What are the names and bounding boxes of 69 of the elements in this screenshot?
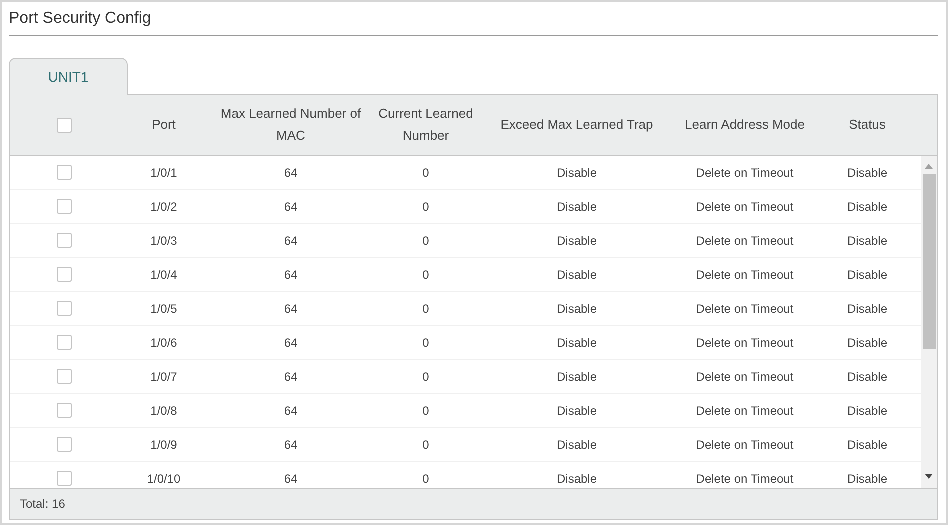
table-cell-text: Disable [556,166,598,180]
table-cell-text: Disable [556,472,598,486]
table-cell-text: Disable [846,302,889,316]
table-cell-text: 1/0/8 [150,404,178,418]
table-cell-text: 1/0/7 [150,370,178,384]
table-cell-text: Delete on Timeout [695,472,795,486]
table-cell-text: Disable [556,336,598,350]
table-cell-text: 1/0/6 [150,336,178,350]
table-cell-text: Disable [556,370,598,384]
table-cell-text: 64 [283,336,299,350]
table-cell-text: 1/0/1 [150,166,178,180]
table-cell-text: Disable [846,336,889,350]
table-cell-text: 0 [422,302,430,316]
table-cell-text: 1/0/10 [146,472,182,486]
table-cell-text: 0 [422,370,430,384]
table-cell-text: 1/0/2 [150,200,178,214]
table-cell-text: Delete on Timeout [695,234,795,248]
table-cell-text: 64 [283,404,299,418]
table-cell-text: Delete on Timeout [695,336,795,350]
table-cell-text: 64 [283,234,299,248]
table-cell-text: Delete on Timeout [695,404,795,418]
table-cell-text: 64 [283,200,299,214]
table-cell-text: Delete on Timeout [695,302,795,316]
table-cell-text: Disable [556,268,598,282]
table-cell-text: Disable [556,234,598,248]
table-cell-text: 0 [422,438,430,452]
table-cell-text: 64 [283,166,299,180]
table-cell-text: Disable [846,438,889,452]
page-title: Port Security Config [9,8,938,36]
table-cell-text: 0 [422,166,430,180]
unit-tab[interactable]: UNIT1 [9,58,128,95]
total-count: Total: 16 [20,497,66,511]
column-header: Max Learned Number of MAC [220,105,362,145]
table-cell-text: Disable [846,404,889,418]
table-cell-text: 1/0/4 [150,268,178,282]
table-cell-text: 64 [283,370,299,384]
table-cell-text: 0 [422,472,430,486]
table-cell-text: Delete on Timeout [695,166,795,180]
table-cell-text: Disable [846,268,889,282]
table-cell-text: 64 [283,438,299,452]
table-cell-text: Disable [846,200,889,214]
table-cell-text: Disable [556,404,598,418]
column-header: Current Learned Number [378,105,474,145]
table-cell-text: Disable [846,234,889,248]
table-cell-text: Delete on Timeout [695,268,795,282]
table-cell-text: 64 [283,268,299,282]
table-cell-text: Delete on Timeout [695,438,795,452]
table-cell-text: Disable [846,370,889,384]
table-cell-text: Disable [846,472,889,486]
table-cell-text: Disable [556,438,598,452]
table-cell-text: Disable [556,200,598,214]
table-cell-text: 0 [422,234,430,248]
table-cell-text: Delete on Timeout [695,200,795,214]
table-cell-text: 0 [422,404,430,418]
table-cell-text: 64 [283,302,299,316]
column-header: Status [848,116,887,134]
column-header: Exceed Max Learned Trap [500,116,654,134]
table-cell-text: Delete on Timeout [695,370,795,384]
table-cell-text: 0 [422,200,430,214]
table-cell-text: Disable [846,166,889,180]
table-cell-text: 0 [422,336,430,350]
table-cell-text: 1/0/5 [150,302,178,316]
table-cell-text: 64 [283,472,299,486]
table-cell-text: 1/0/3 [150,234,178,248]
column-header: Port [151,116,177,134]
table-cell-text: 1/0/9 [150,438,178,452]
table-cell-text: 0 [422,268,430,282]
table-cell-text: Disable [556,302,598,316]
column-header: Learn Address Mode [684,116,806,134]
